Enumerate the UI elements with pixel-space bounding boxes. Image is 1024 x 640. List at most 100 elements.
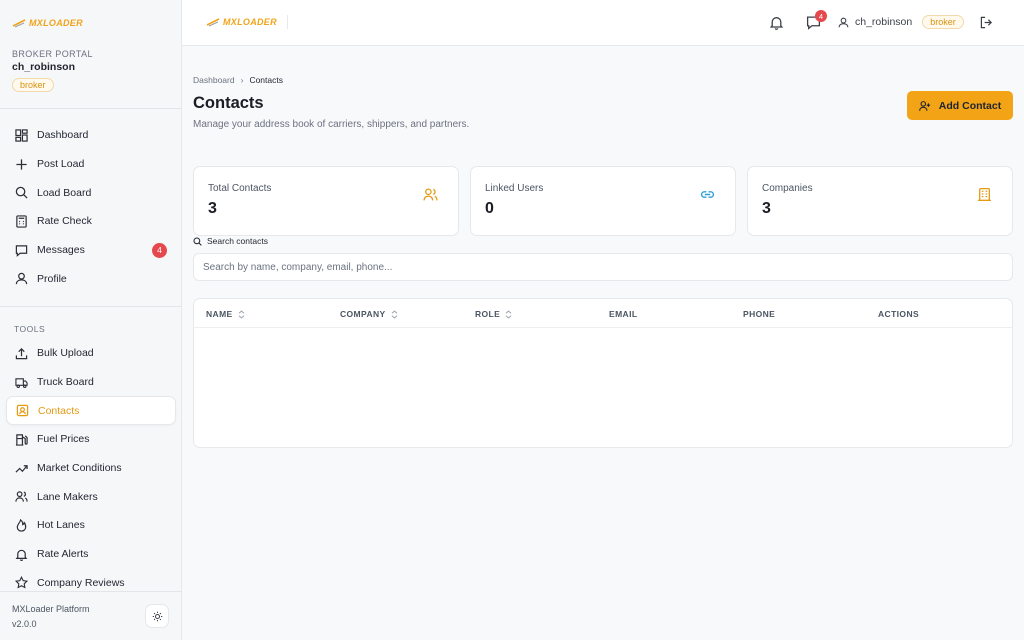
message-icon [15, 244, 28, 257]
stat-label: Companies [762, 183, 813, 194]
sidebar-item-label: Truck Board [37, 376, 94, 389]
sidebar-item-label: Rate Alerts [37, 548, 89, 561]
logout-icon[interactable] [980, 16, 993, 29]
sidebar-item-label: Market Conditions [37, 462, 122, 475]
user-icon [838, 17, 849, 27]
sidebar-item-label: Lane Makers [37, 490, 98, 503]
header-user-menu[interactable]: ch_robinson broker [838, 15, 964, 29]
column-header-label: NAME [206, 309, 233, 319]
header-role-badge: broker [922, 15, 964, 29]
table-header: NAME COMPANY ROLE EMAIL PHONE ACTIONS [194, 299, 1012, 328]
sidebar-item-rate-alerts[interactable]: Rate Alerts [6, 540, 176, 569]
header-messages-badge: 4 [815, 10, 827, 22]
flame-icon [16, 518, 27, 532]
breadcrumb-chevron-icon: › [240, 75, 244, 85]
sidebar-item-load-board[interactable]: Load Board [6, 178, 176, 207]
stat-card-linked-users: Linked Users 0 [470, 166, 736, 236]
header-logo[interactable]: MXLOADER [206, 15, 288, 29]
sidebar-item-lane-makers[interactable]: Lane Makers [6, 482, 176, 511]
sidebar: MXLOADER BROKER PORTAL ch_robinson broke… [0, 0, 182, 640]
column-header-label: PHONE [743, 309, 776, 319]
star-icon [15, 576, 28, 589]
search-contacts-input[interactable] [193, 253, 1013, 281]
sidebar-item-bulk-upload[interactable]: Bulk Upload [6, 339, 176, 368]
column-header-label: ROLE [475, 309, 501, 319]
sidebar-item-rate-check[interactable]: Rate Check [6, 207, 176, 236]
search-icon [193, 236, 202, 246]
link-icon [700, 191, 715, 198]
sidebar-item-truck-board[interactable]: Truck Board [6, 368, 176, 397]
bell-icon [15, 549, 28, 561]
stat-card-total-contacts: Total Contacts 3 [193, 166, 459, 236]
column-header-label: EMAIL [609, 309, 638, 319]
platform-version: v2.0.0 [12, 619, 37, 629]
logo-text: MXLOADER [29, 18, 83, 28]
tools-nav: Bulk Upload Truck Board Contacts Fuel Pr… [6, 339, 176, 597]
sidebar-item-profile[interactable]: Profile [6, 264, 176, 293]
search-label-text: Search contacts [207, 236, 268, 246]
calculator-icon [16, 215, 27, 228]
sidebar-item-label: Contacts [38, 404, 80, 417]
sidebar-divider [0, 591, 182, 592]
user-plus-icon [918, 100, 930, 111]
search-icon [15, 186, 28, 199]
users-icon [15, 491, 28, 502]
messages-count-badge: 4 [152, 242, 167, 258]
sidebar-logo[interactable]: MXLOADER [12, 18, 83, 28]
sidebar-item-label: Load Board [37, 186, 92, 199]
sort-icon [238, 309, 244, 319]
logo-text: MXLOADER [223, 17, 277, 27]
stat-value: 3 [762, 200, 771, 217]
sidebar-item-contacts[interactable]: Contacts [6, 396, 176, 426]
breadcrumb-current: Contacts [249, 75, 283, 85]
column-header-label: COMPANY [340, 309, 386, 319]
platform-name: MXLoader Platform [12, 604, 90, 614]
stat-card-companies: Companies 3 [747, 166, 1013, 236]
fuel-icon [15, 434, 28, 446]
column-header-role[interactable]: ROLE [475, 309, 512, 319]
column-header-phone: PHONE [743, 309, 775, 319]
upload-icon [15, 347, 28, 360]
sort-icon [391, 309, 397, 319]
sidebar-item-label: Messages [37, 244, 85, 257]
column-header-email: EMAIL [609, 309, 637, 319]
main-nav: Dashboard Post Load Load Board Rate Chec… [6, 121, 176, 293]
sidebar-item-dashboard[interactable]: Dashboard [6, 121, 176, 150]
theme-toggle-button[interactable] [145, 604, 169, 628]
users-icon [423, 188, 438, 201]
column-header-name[interactable]: NAME [206, 309, 245, 319]
building-icon [978, 187, 991, 202]
user-icon [15, 273, 28, 285]
notifications-bell-icon[interactable] [769, 15, 784, 30]
top-header: MXLOADER 4 ch_robinson broker [182, 0, 1024, 46]
breadcrumb: Dashboard › Contacts [193, 75, 283, 85]
sort-icon [505, 309, 512, 319]
sidebar-item-label: Hot Lanes [37, 519, 85, 532]
sidebar-item-label: Post Load [37, 158, 85, 171]
sidebar-item-post-load[interactable]: Post Load [6, 150, 176, 179]
tools-section-label: TOOLS [14, 324, 46, 334]
sidebar-item-hot-lanes[interactable]: Hot Lanes [6, 511, 176, 540]
column-header-label: ACTIONS [878, 309, 920, 319]
logo-mark-icon [206, 18, 220, 27]
page-subtitle: Manage your address book of carriers, sh… [193, 119, 470, 130]
sidebar-item-market-conditions[interactable]: Market Conditions [6, 454, 176, 483]
add-contact-button[interactable]: Add Contact [907, 91, 1013, 120]
sidebar-item-label: Profile [37, 272, 67, 285]
sidebar-item-label: Rate Check [37, 215, 92, 228]
breadcrumb-dashboard-link[interactable]: Dashboard [193, 75, 235, 85]
sidebar-item-label: Fuel Prices [37, 433, 90, 446]
column-header-actions: ACTIONS [878, 309, 919, 319]
plus-icon [16, 158, 27, 170]
stat-label: Linked Users [485, 183, 544, 194]
logo-mark-icon [12, 19, 26, 28]
sidebar-item-messages[interactable]: Messages 4 [6, 236, 176, 265]
search-label: Search contacts [193, 236, 268, 246]
sidebar-item-label: Company Reviews [37, 576, 125, 589]
sidebar-item-fuel-prices[interactable]: Fuel Prices [6, 425, 176, 454]
portal-label: BROKER PORTAL [12, 49, 93, 59]
sidebar-item-company-reviews[interactable]: Company Reviews [6, 569, 176, 598]
sun-icon [152, 611, 162, 621]
sidebar-divider [0, 108, 182, 109]
column-header-company[interactable]: COMPANY [340, 309, 398, 319]
